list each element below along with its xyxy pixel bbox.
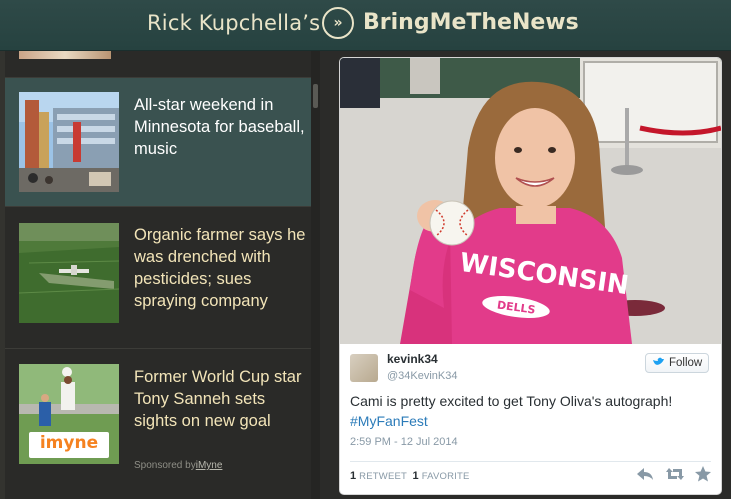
sponsored-prefix: Sponsored by: [134, 460, 196, 471]
story-thumbnail[interactable]: [19, 92, 119, 192]
tweet-text: Cami is pretty excited to get Tony Oliva…: [350, 391, 710, 431]
tweet-timestamp[interactable]: 2:59 PM - 12 Jul 2014: [350, 436, 458, 448]
follow-label: Follow: [669, 357, 703, 369]
favorite-star-icon[interactable]: [694, 465, 712, 488]
favorite-label[interactable]: FAVORITE: [422, 471, 470, 482]
story-item-organic-farmer[interactable]: Organic farmer says he was drenched with…: [5, 206, 311, 348]
favorite-count: 1: [412, 470, 419, 482]
tweet-author-handle[interactable]: @34KevinK34: [387, 370, 458, 382]
imyne-logo: imyne: [39, 433, 99, 453]
brand-name[interactable]: BringMeTheNews: [363, 10, 579, 35]
logo-arrows-icon[interactable]: »: [322, 7, 354, 39]
embedded-tweet: WISCONSIN DELLS kevink34 @34KevinK34 Fol…: [339, 57, 722, 495]
brand-prefix: Rick Kupchella’s: [147, 11, 321, 35]
retweet-label[interactable]: RETWEET: [359, 471, 407, 482]
story-headline[interactable]: Organic farmer says he was drenched with…: [134, 224, 306, 312]
story-item-all-star[interactable]: All-star weekend in Minnesota for baseba…: [5, 77, 311, 206]
tweet-photo[interactable]: WISCONSIN DELLS: [340, 58, 721, 344]
scrollbar-thumb[interactable]: [313, 84, 318, 108]
retweet-count: 1: [350, 470, 357, 482]
avatar[interactable]: [350, 354, 378, 382]
scrollbar-track[interactable]: [311, 51, 320, 499]
site-header: Rick Kupchella’s » BringMeTheNews: [0, 0, 731, 51]
tweet-text-body: Cami is pretty excited to get Tony Oliva…: [350, 393, 673, 409]
story-headline[interactable]: All-star weekend in Minnesota for baseba…: [134, 94, 306, 160]
story-headline[interactable]: Former World Cup star Tony Sanneh sets s…: [134, 366, 306, 432]
follow-button[interactable]: Follow: [645, 353, 709, 373]
sponsor-link[interactable]: iMyne: [196, 460, 223, 471]
story-item-tony-sanneh[interactable]: imyne Former World Cup star Tony Sanneh …: [5, 348, 311, 499]
retweet-icon[interactable]: [665, 465, 685, 488]
tweet-body: kevink34 @34KevinK34 Follow Cami is pret…: [340, 344, 721, 494]
sponsored-line: Sponsored byiMyne: [134, 460, 222, 471]
story-thumbnail[interactable]: [19, 223, 119, 323]
tweet-stats: 1 RETWEET 1 FAVORITE: [350, 470, 470, 482]
reply-icon[interactable]: [636, 465, 654, 488]
previous-story-thumbnail[interactable]: [19, 51, 111, 59]
tweet-divider: [350, 461, 711, 462]
twitter-bird-icon: [652, 354, 665, 378]
hashtag-link[interactable]: #MyFanFest: [350, 413, 428, 429]
story-list: All-star weekend in Minnesota for baseba…: [5, 51, 311, 499]
tweet-author-name[interactable]: kevink34: [387, 352, 438, 366]
story-thumbnail[interactable]: imyne: [19, 364, 119, 464]
